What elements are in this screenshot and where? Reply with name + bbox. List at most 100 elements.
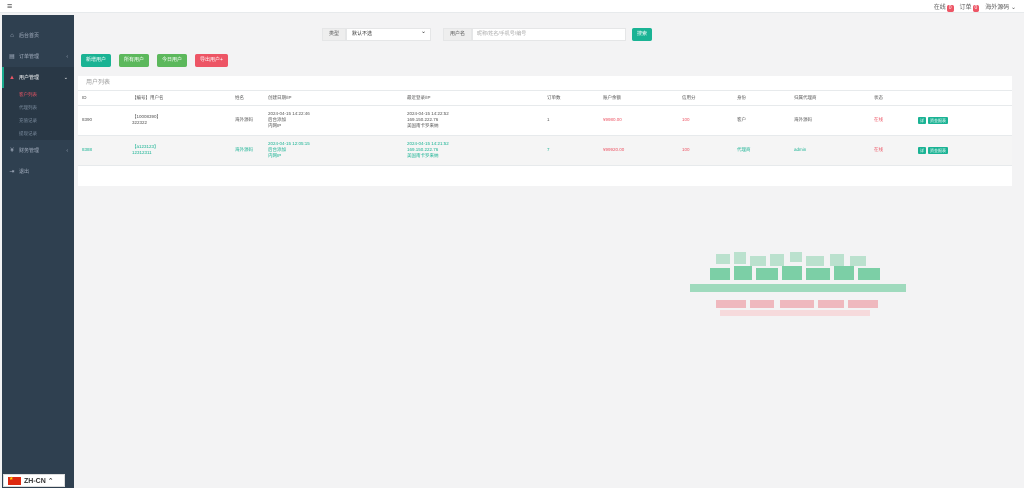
cell-created: 2024-04-15 12:05:15 后台添加 内网IP [264, 135, 403, 166]
col-status: 状态 [870, 91, 914, 106]
user-icon: ▲ [9, 74, 15, 81]
cell-name: 海外源码 [231, 135, 264, 166]
orders-label: 订单 [959, 4, 972, 11]
action-buttons: 新增用户 所有用户 今日用户 导出用户+ [81, 54, 228, 67]
cell-balance: ¥9980.00 [599, 105, 678, 136]
sidebar: ⌂ 后台首页 ▤ 订单管理 ‹ ▲ 用户管理 ⌄ 客户列表 代理列表 充值记录 提现记录 … [2, 15, 74, 488]
online-count-badge: 0 [946, 4, 954, 12]
fund-report-button[interactable]: 资金报表 [928, 146, 948, 154]
submenu-customer-list[interactable]: 客户列表 [2, 88, 74, 101]
col-agent: 归属代理商 [790, 91, 870, 106]
top-navbar: ≡ 在线 0 订单 0 海外源码 ⌄ [0, 0, 1024, 13]
user-menu[interactable]: 海外源码 ⌄ [985, 2, 1016, 11]
panel-title: 用户列表 [78, 76, 1012, 91]
users-submenu: 客户列表 代理列表 充值记录 提现记录 [2, 88, 74, 140]
sidebar-item-label: 后台首页 [19, 33, 40, 39]
sidebar-item-orders[interactable]: ▤ 订单管理 ‹ [2, 46, 74, 67]
exit-icon: ⇥ [9, 169, 15, 175]
online-label: 在线 [933, 4, 946, 11]
search-button[interactable]: 搜索 [632, 28, 653, 41]
col-id: ID [78, 91, 128, 106]
user-table: ID 【编号】用户名 姓名 创建日期/IP 最近登录/IP 订单数 账户余额 信… [78, 91, 1012, 166]
cell-role: 代理商 [733, 135, 790, 166]
today-users-button[interactable]: 今日用户 [157, 54, 188, 67]
cell-actions: 详资金报表 [914, 135, 1012, 166]
cell-id: 8390 [78, 105, 128, 136]
china-flag-icon [8, 476, 21, 485]
language-switcher[interactable]: ZH-CN ⌃ [3, 474, 65, 487]
sidebar-item-home[interactable]: ⌂ 后台首页 [2, 25, 74, 46]
order-icon: ▤ [9, 54, 15, 60]
col-role: 身份 [733, 91, 790, 106]
fund-report-button[interactable]: 资金报表 [928, 116, 948, 124]
orders-indicator[interactable]: 订单 0 [960, 2, 980, 12]
money-icon: ¥ [10, 147, 14, 154]
type-label: 类型 [322, 28, 347, 41]
created-ip: 内网IP [268, 123, 282, 128]
user-login: 322322 [132, 120, 148, 125]
login-location: 美国南卡罗来纳 [407, 123, 439, 128]
sidebar-item-logout[interactable]: ⇥ 退出 [2, 161, 74, 182]
sidebar-item-users[interactable]: ▲ 用户管理 ⌄ [2, 67, 74, 88]
cell-username: 【a123123】 12312311 [128, 135, 231, 166]
chevron-left-icon: ‹ [66, 147, 68, 154]
login-location: 美国南卡罗来纳 [407, 153, 439, 158]
detail-button[interactable]: 详 [918, 146, 926, 154]
cell-actions: 详资金报表 [914, 105, 1012, 136]
sidebar-item-finance[interactable]: ¥ 财务管理 ‹ [2, 140, 74, 161]
cell-balance: ¥99920.00 [599, 135, 678, 166]
sidebar-item-label: 订单管理 [19, 54, 40, 60]
cell-created: 2024-04-15 14:22:46 后台添加 内网IP [264, 105, 403, 136]
cell-status: 在线 [870, 105, 914, 136]
search-input[interactable]: 昵称/姓名/手机号/编号 [472, 28, 627, 41]
chevron-down-icon: ⌄ [63, 74, 68, 81]
table-row: 8388 【a123123】 12312311 海外源码 2024-04-15 1… [78, 135, 1012, 166]
created-ip: 内网IP [268, 153, 282, 158]
cell-status: 在线 [870, 135, 914, 166]
type-select[interactable]: 默认不选 [346, 27, 432, 41]
cell-credit: 100 [678, 105, 733, 136]
detail-button[interactable]: 详 [918, 116, 926, 124]
search-bar: 类型 默认不选 用户名 昵称/姓名/手机号/编号 搜索 [322, 27, 653, 41]
sidebar-item-label: 退出 [19, 169, 30, 175]
cell-last-login: 2024-04-15 14:22:52 169.150.222.76 美国南卡罗来纳 [403, 105, 543, 136]
cell-orders: 7 [543, 135, 599, 166]
col-last-login: 最近登录/IP [403, 91, 543, 106]
col-credit: 信用分 [678, 91, 733, 106]
submenu-withdraw-records[interactable]: 提现记录 [2, 127, 74, 140]
submenu-agent-list[interactable]: 代理列表 [2, 101, 74, 114]
chevron-left-icon: ‹ [66, 53, 68, 60]
col-balance: 账户余额 [599, 91, 678, 106]
language-label: ZH-CN ⌃ [24, 477, 54, 485]
col-username: 【编号】用户名 [128, 91, 231, 106]
pixelated-watermark [690, 252, 906, 316]
cell-name: 海外源码 [231, 105, 264, 136]
user-login: 12312311 [132, 150, 152, 155]
export-users-button[interactable]: 导出用户+ [195, 54, 228, 67]
home-icon: ⌂ [10, 32, 14, 39]
col-created: 创建日期/IP [264, 91, 403, 106]
table-header-row: ID 【编号】用户名 姓名 创建日期/IP 最近登录/IP 订单数 账户余额 信… [78, 91, 1012, 106]
user-list-panel: 用户列表 ID 【编号】用户名 姓名 创建日期/IP 最近登录/IP 订单数 账… [78, 76, 1012, 186]
all-users-button[interactable]: 所有用户 [119, 54, 150, 67]
add-user-button[interactable]: 新增用户 [81, 54, 112, 67]
online-indicator[interactable]: 在线 0 [934, 2, 954, 12]
cell-role: 客户 [733, 105, 790, 136]
table-row: 8390 【10008390】 322322 海外源码 2024-04-15 14… [78, 105, 1012, 136]
sidebar-item-label: 财务管理 [19, 148, 40, 154]
cell-id: 8388 [78, 135, 128, 166]
orders-count-badge: 0 [972, 4, 980, 12]
col-actions [914, 91, 1012, 106]
username-label: 用户名 [443, 28, 473, 41]
top-right-status: 在线 0 订单 0 海外源码 ⌄ [934, 1, 1016, 12]
col-orders: 订单数 [543, 91, 599, 106]
cell-orders: 1 [543, 105, 599, 136]
cell-agent: admin [790, 135, 870, 166]
hamburger-icon[interactable]: ≡ [7, 2, 12, 11]
cell-credit: 100 [678, 135, 733, 166]
cell-agent: 海外源码 [790, 105, 870, 136]
cell-username: 【10008390】 322322 [128, 105, 231, 136]
col-name: 姓名 [231, 91, 264, 106]
sidebar-item-label: 用户管理 [19, 75, 40, 81]
submenu-recharge-records[interactable]: 充值记录 [2, 114, 74, 127]
